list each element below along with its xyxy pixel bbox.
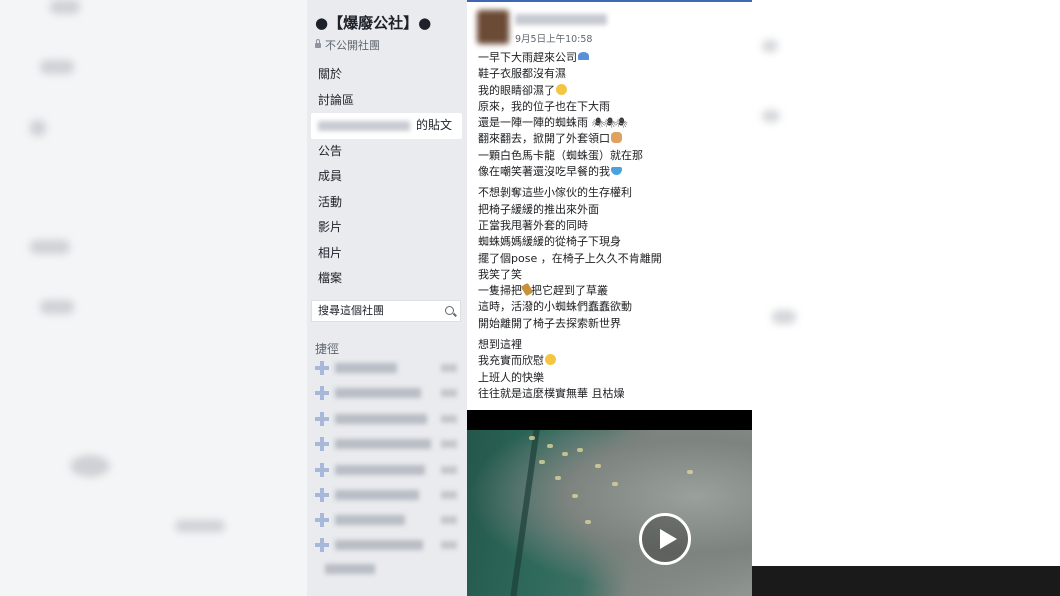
sidebar-item-discussion[interactable]: 討論區 bbox=[307, 88, 462, 114]
shortcut-item[interactable] bbox=[313, 537, 461, 553]
post-card: 9月5日上午10:58 一早下大雨趕來公司 鞋子衣服都沒有濕 我的眼睛卻濕了 原… bbox=[467, 2, 752, 596]
sidebar-item-files[interactable]: 檔案 bbox=[307, 266, 462, 292]
group-search-input[interactable]: 搜尋這個社團 bbox=[311, 300, 461, 322]
raised-hand-icon bbox=[611, 132, 622, 144]
sidebar-item-member-posts[interactable]: 的貼文 bbox=[311, 113, 462, 139]
lock-icon bbox=[315, 39, 321, 48]
shortcuts-heading: 捷徑 bbox=[315, 342, 340, 356]
group-icon bbox=[315, 386, 329, 400]
group-privacy-label: 不公開社團 bbox=[325, 39, 380, 52]
blurred-background-left bbox=[0, 0, 307, 596]
group-title[interactable]: ●【爆廢公社】● bbox=[315, 12, 431, 33]
group-icon bbox=[315, 488, 329, 502]
blurred-member-name bbox=[318, 120, 410, 131]
sidebar-item-members[interactable]: 成員 bbox=[307, 164, 462, 190]
group-icon bbox=[315, 538, 329, 552]
post-body: 一早下大雨趕來公司 鞋子衣服都沒有濕 我的眼睛卻濕了 原來，我的位子也在下大雨 … bbox=[478, 50, 748, 407]
search-icon[interactable] bbox=[445, 306, 454, 315]
group-icon bbox=[315, 361, 329, 375]
sidebar-item-photos[interactable]: 相片 bbox=[307, 241, 462, 267]
video-thumbnail bbox=[467, 430, 752, 596]
shortcut-item[interactable] bbox=[313, 462, 461, 478]
shortcut-item[interactable] bbox=[313, 512, 461, 528]
bowl-icon bbox=[611, 167, 622, 176]
group-sidebar: ●【爆廢公社】● 不公開社團 關於 討論區 的貼文 公告 成員 活動 影片 相片… bbox=[307, 0, 467, 596]
umbrella-rain-icon bbox=[578, 52, 589, 60]
sidebar-item-about[interactable]: 關於 bbox=[307, 62, 462, 88]
group-icon bbox=[315, 437, 329, 451]
crying-face-icon bbox=[556, 83, 567, 95]
group-icon bbox=[315, 463, 329, 477]
blurred-background-right bbox=[752, 0, 1060, 596]
shortcut-item[interactable] bbox=[313, 487, 461, 503]
post-paragraph: 想到這裡 我充實而欣慰 上班人的快樂 往往就是這麼樸實無華 且枯燥 bbox=[478, 338, 625, 400]
shortcut-item[interactable] bbox=[313, 436, 461, 452]
post-paragraph: 不想剝奪這些小傢伙的生存權利 把椅子緩緩的推出來外面 正當我甩著外套的同時 蜘蛛… bbox=[478, 186, 662, 330]
avatar[interactable] bbox=[477, 10, 509, 44]
group-icon bbox=[315, 412, 329, 426]
shortcut-item[interactable] bbox=[313, 385, 461, 401]
facebook-group-screenshot: ●【爆廢公社】● 不公開社團 關於 討論區 的貼文 公告 成員 活動 影片 相片… bbox=[307, 0, 752, 596]
group-icon bbox=[315, 513, 329, 527]
group-nav: 關於 討論區 的貼文 公告 成員 活動 影片 相片 檔案 bbox=[307, 62, 462, 292]
spider-icon: 🕷🕷🕷 bbox=[591, 118, 628, 130]
post-timestamp[interactable]: 9月5日上午10:58 bbox=[515, 31, 592, 45]
shortcut-item[interactable] bbox=[313, 561, 461, 577]
smiling-face-icon bbox=[545, 354, 556, 366]
shortcut-item[interactable] bbox=[313, 360, 461, 376]
play-icon bbox=[660, 529, 677, 549]
shortcut-item[interactable] bbox=[313, 411, 461, 427]
group-privacy: 不公開社團 bbox=[315, 37, 380, 53]
sidebar-item-events[interactable]: 活動 bbox=[307, 190, 462, 216]
sidebar-item-videos[interactable]: 影片 bbox=[307, 215, 462, 241]
sidebar-item-announcements[interactable]: 公告 bbox=[307, 139, 462, 165]
author-name-blurred[interactable] bbox=[515, 14, 607, 25]
post-paragraph: 一早下大雨趕來公司 鞋子衣服都沒有濕 我的眼睛卻濕了 原來，我的位子也在下大雨 … bbox=[478, 51, 643, 179]
play-button[interactable] bbox=[639, 513, 691, 565]
video-player[interactable] bbox=[467, 410, 752, 596]
